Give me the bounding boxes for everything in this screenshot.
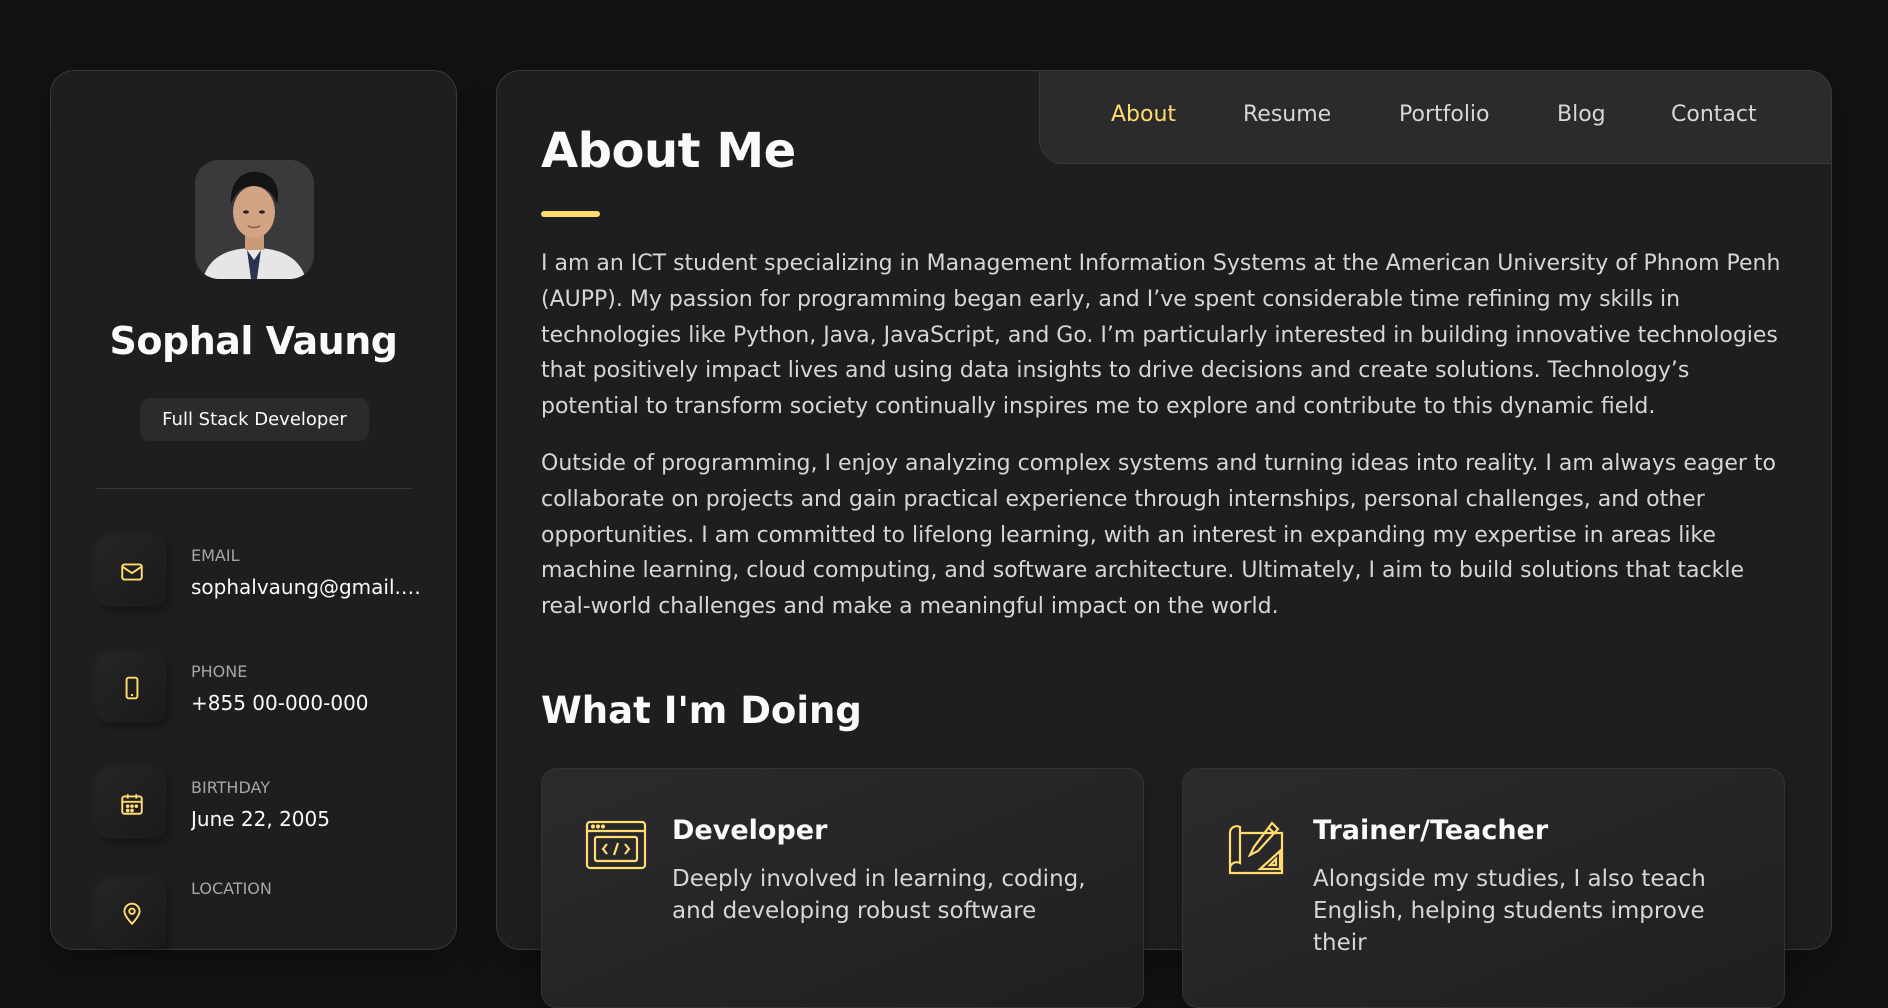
avatar xyxy=(195,160,314,279)
main-content: About Resume Portfolio Blog Contact Abou… xyxy=(496,70,1832,1008)
sidebar-separator xyxy=(97,488,412,489)
title-underline xyxy=(541,211,600,217)
contact-item-email: Email sophalvaung@gmail.com xyxy=(97,537,427,607)
nav-resume[interactable]: Resume xyxy=(1243,102,1331,127)
contact-label: Birthday xyxy=(191,778,270,797)
sidebar: Sophal Vaung Full Stack Developer Email … xyxy=(50,70,457,950)
navbar: About Resume Portfolio Blog Contact xyxy=(1039,70,1832,164)
nav-contact[interactable]: Contact xyxy=(1671,102,1757,127)
services-title: What I'm Doing xyxy=(541,689,862,732)
avatar-photo xyxy=(195,160,314,279)
service-title: Developer xyxy=(672,815,828,846)
about-paragraph-1: I am an ICT student specializing in Mana… xyxy=(541,251,1781,420)
calendar-icon xyxy=(97,769,167,839)
page-title: About Me xyxy=(541,123,796,179)
nav-about[interactable]: About xyxy=(1111,102,1176,127)
service-title: Trainer/Teacher xyxy=(1313,815,1549,846)
service-card-developer: Developer Deeply involved in learning, c… xyxy=(541,768,1144,1008)
contact-item-phone: Phone +855 00-000-000 xyxy=(97,653,427,723)
contact-item-birthday: Birthday June 22, 2005 xyxy=(97,769,427,839)
contact-item-location: Location xyxy=(97,879,427,949)
nav-blog[interactable]: Blog xyxy=(1557,102,1606,127)
phone-link[interactable]: +855 00-000-000 xyxy=(191,691,427,715)
profile-name: Sophal Vaung xyxy=(109,319,398,363)
job-title-badge: Full Stack Developer xyxy=(140,398,369,441)
service-text: Alongside my studies, I also teach Engli… xyxy=(1313,866,1706,956)
contact-label: Phone xyxy=(191,662,248,681)
mail-icon xyxy=(97,537,167,607)
service-card-trainer: Trainer/Teacher Alongside my studies, I … xyxy=(1182,768,1785,1008)
contact-label: Location xyxy=(191,879,272,898)
birthday-value: June 22, 2005 xyxy=(191,807,330,831)
service-text: Deeply involved in learning, coding, and… xyxy=(672,866,1086,924)
about-paragraph-2: Outside of programming, I enjoy analyzin… xyxy=(541,451,1776,620)
nav-portfolio[interactable]: Portfolio xyxy=(1399,102,1490,127)
code-window-icon xyxy=(585,819,647,875)
drafting-tools-icon xyxy=(1226,819,1288,875)
phone-icon xyxy=(97,653,167,723)
email-link[interactable]: sophalvaung@gmail.com xyxy=(191,575,427,599)
contact-label: Email xyxy=(191,546,240,565)
location-icon xyxy=(97,879,167,949)
